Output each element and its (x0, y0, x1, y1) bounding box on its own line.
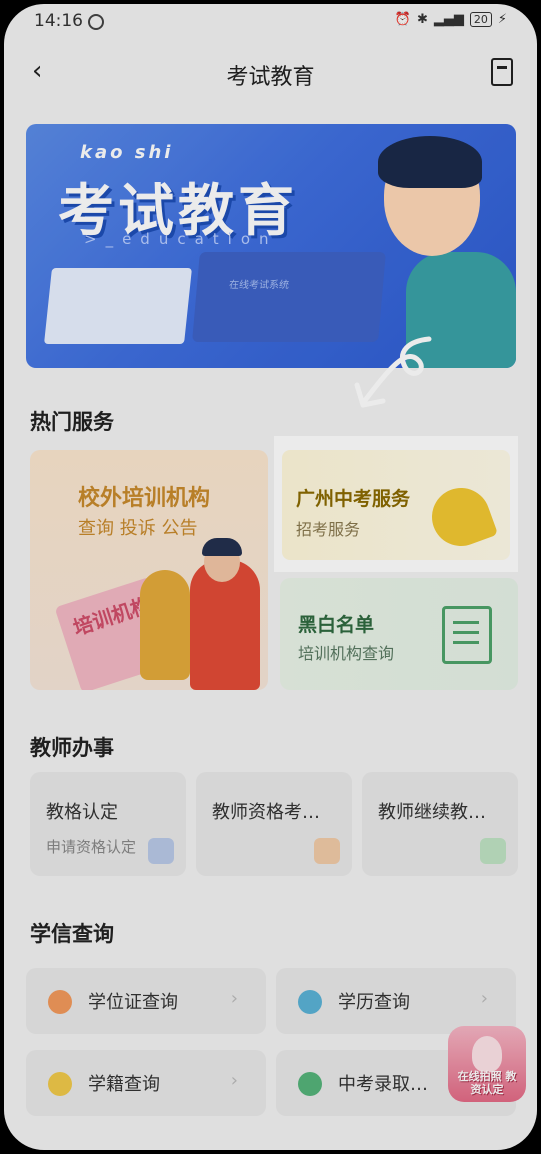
card-title: 教格认定 (46, 802, 118, 823)
charging-icon: ⚡ (497, 12, 507, 27)
people-icon (314, 838, 340, 864)
girl-illustration (140, 570, 190, 680)
signal-icon: ▂▄▆ (433, 12, 464, 27)
card-training-institutions[interactable]: 校外培训机构 查询 投诉 公告 培训机构 (30, 450, 268, 690)
chevron-right-icon: › (230, 1070, 238, 1091)
badge-text: 在线拍照 教资认定 (457, 1070, 517, 1096)
xuexin-item-enrollment[interactable]: 学籍查询 › (26, 1050, 266, 1116)
card-blacklist-whitelist[interactable]: 黑白名单 培训机构查询 (280, 578, 518, 690)
status-icons: ⏰ ✱ ▂▄▆ 20 ⚡ (395, 12, 507, 27)
status-bar: 14:16 ⏰ ✱ ▂▄▆ 20 ⚡ (4, 4, 537, 42)
xuexin-item-degree[interactable]: 学位证查询 › (26, 968, 266, 1034)
screen-text: 在线考试系统 (228, 280, 290, 291)
card-subtitle: 查询 投诉 公告 (78, 518, 198, 539)
section-title-xuexin: 学信查询 (30, 922, 114, 946)
phone-screen: 14:16 ⏰ ✱ ▂▄▆ 20 ⚡ ‹ 考试教育 kao shi 考试教育 >… (4, 4, 537, 1150)
item-label: 学籍查询 (88, 1074, 160, 1095)
card-subtitle: 培训机构查询 (298, 644, 395, 663)
alarm-icon: ⏰ (394, 12, 411, 27)
battery-icon: 20 (469, 12, 492, 27)
nav-bar: ‹ 考试教育 (4, 44, 537, 102)
status-time: 14:16 (34, 11, 83, 31)
avatar (472, 1036, 502, 1072)
teacher-card-continuing[interactable]: 教师继续教… (362, 772, 518, 876)
bookmark-icon[interactable] (491, 58, 513, 86)
chevron-right-icon: › (480, 988, 488, 1009)
chevron-right-icon: › (230, 988, 238, 1009)
teacher-card-qualification[interactable]: 教格认定 申请资格认定 (30, 772, 186, 876)
item-label: 学位证查询 (88, 992, 178, 1013)
pen-icon (48, 1072, 72, 1096)
document-icon (298, 1072, 322, 1096)
teacher-card-exam[interactable]: 教师资格考… (196, 772, 352, 876)
book-icon (480, 838, 506, 864)
hint-arrow-icon (354, 336, 432, 408)
card-guangzhou-zhongkao[interactable]: 广州中考服务 招考服务 (274, 436, 518, 572)
card-title: 校外培训机构 (78, 486, 211, 511)
status-circle-icon (88, 14, 104, 30)
card-title: 教师资格考… (212, 802, 320, 823)
graduation-cap-icon (48, 990, 72, 1014)
user-icon (148, 838, 174, 864)
bluetooth-icon: ✱ (416, 12, 428, 27)
floating-photo-badge[interactable]: 在线拍照 教资认定 (448, 1026, 526, 1102)
banner[interactable]: kao shi 考试教育 >_education 在线考试系统 (26, 124, 516, 368)
card-subtitle: 申请资格认定 (46, 838, 137, 856)
card-title: 黑白名单 (298, 614, 375, 636)
card-title: 广州中考服务 (296, 488, 411, 510)
section-title-hot: 热门服务 (30, 410, 114, 434)
xuexin-item-education[interactable]: 学历查询 › (276, 968, 516, 1034)
page-title: 考试教育 (226, 65, 315, 90)
certificate-icon (442, 606, 492, 664)
item-label: 学历查询 (338, 992, 410, 1013)
section-title-teacher: 教师办事 (30, 736, 114, 760)
card-title: 教师继续教… (378, 802, 486, 823)
book-illustration (44, 268, 192, 344)
card-subtitle: 招考服务 (296, 520, 361, 539)
person-hair-illustration (378, 136, 482, 188)
certificate-icon (298, 990, 322, 1014)
banner-pinyin: kao shi (80, 142, 174, 163)
banner-edu: >_education (84, 230, 278, 248)
item-label: 中考录取… (338, 1074, 428, 1095)
boy-hair-illustration (202, 538, 242, 556)
